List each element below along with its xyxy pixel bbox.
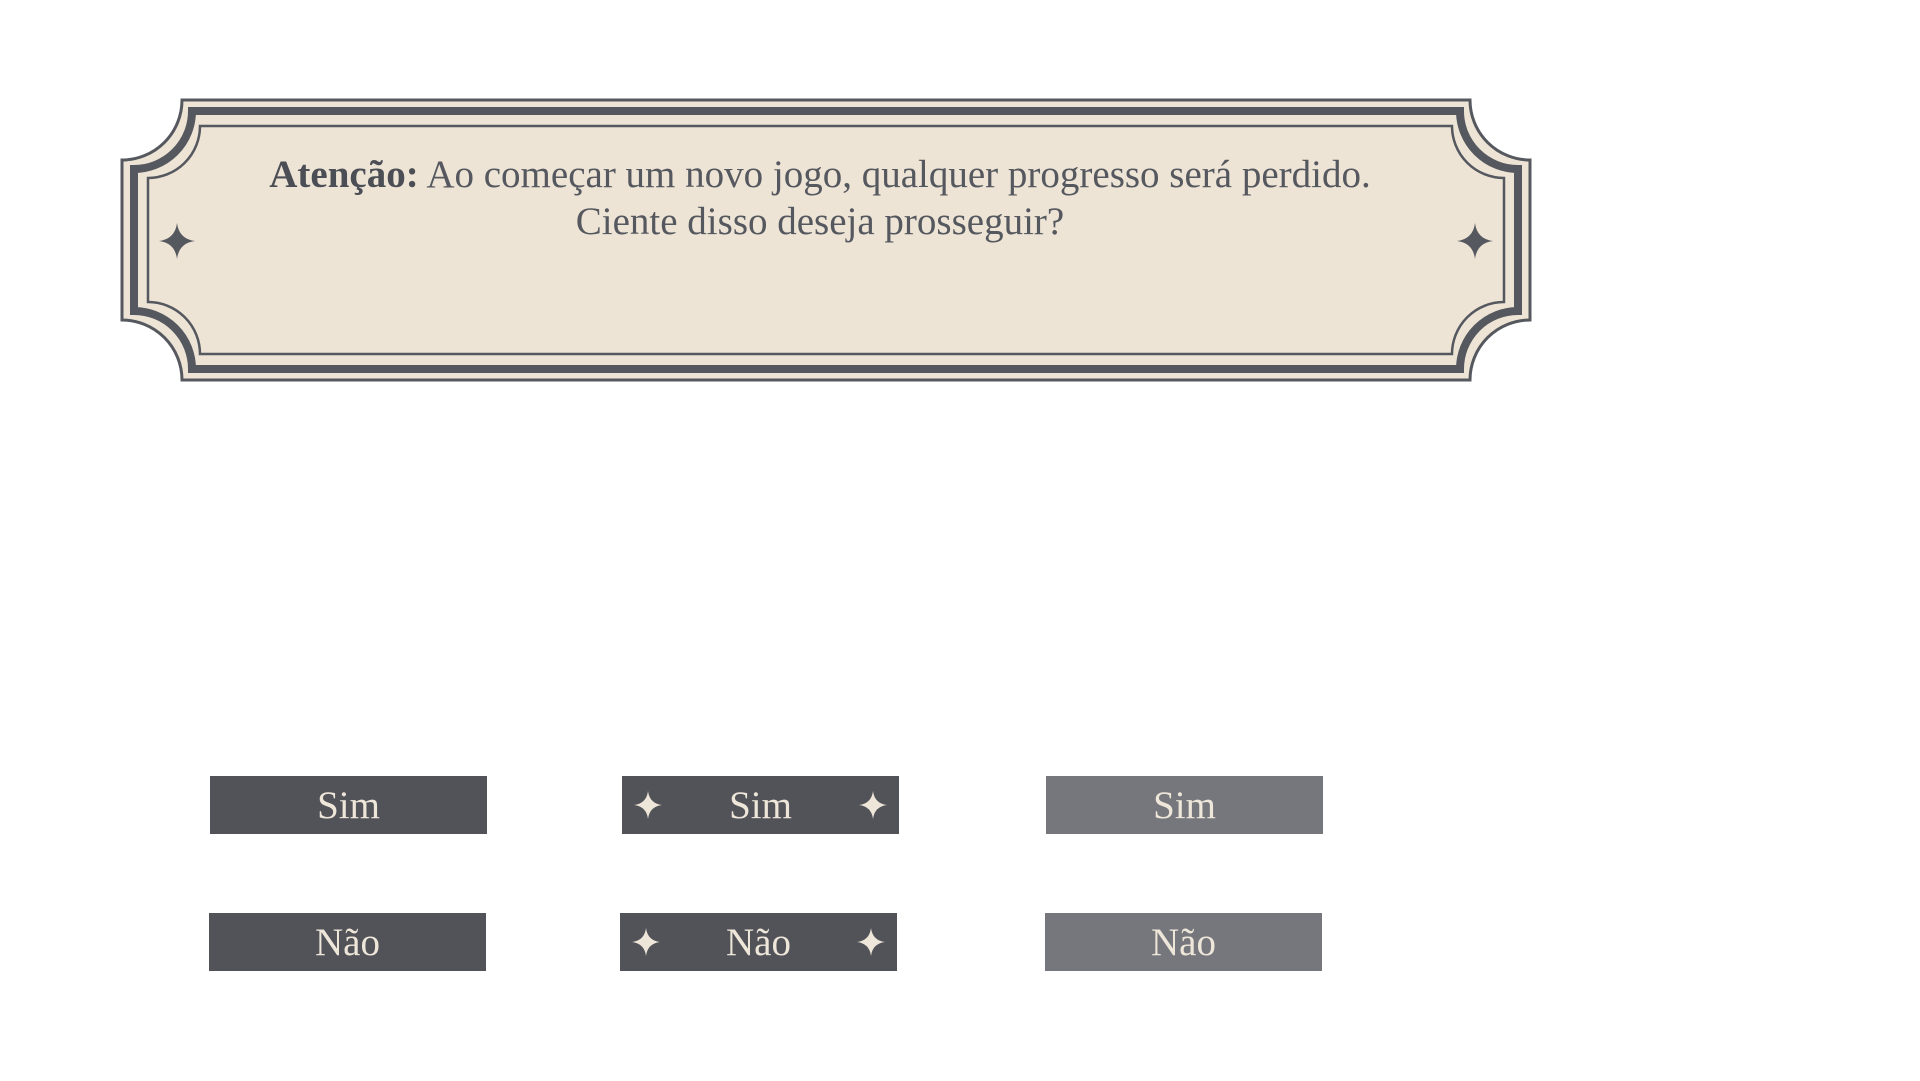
yes-button-label: Sim (729, 783, 792, 827)
warning-label: Atenção: (269, 153, 419, 196)
no-button-disabled[interactable]: Não (1045, 913, 1322, 971)
four-point-star-icon (159, 223, 195, 259)
no-button-label: Não (726, 920, 791, 964)
yes-button-hover[interactable]: Sim (622, 776, 899, 834)
four-point-star-icon (634, 791, 662, 819)
yes-button-label: Sim (317, 783, 380, 827)
confirm-dialog: Atenção: Ao começar um novo jogo, qualqu… (0, 0, 1920, 400)
dialog-message: Atenção: Ao começar um novo jogo, qualqu… (205, 151, 1435, 245)
four-point-star-icon (859, 791, 887, 819)
yes-button-label: Sim (1153, 783, 1216, 827)
four-point-star-icon (857, 928, 885, 956)
no-button-hover[interactable]: Não (620, 913, 897, 971)
four-point-star-icon (1457, 223, 1493, 259)
yes-button-disabled[interactable]: Sim (1046, 776, 1323, 834)
dialog-message-line1: Atenção: Ao começar um novo jogo, qualqu… (205, 151, 1435, 198)
no-button-label: Não (315, 920, 380, 964)
yes-button[interactable]: Sim (210, 776, 487, 834)
no-button[interactable]: Não (209, 913, 486, 971)
message-text-line1: Ao começar um novo jogo, qualquer progre… (426, 153, 1371, 196)
message-text-line2: Ciente disso deseja prosseguir? (575, 200, 1065, 243)
no-button-label: Não (1151, 920, 1216, 964)
four-point-star-icon (632, 928, 660, 956)
